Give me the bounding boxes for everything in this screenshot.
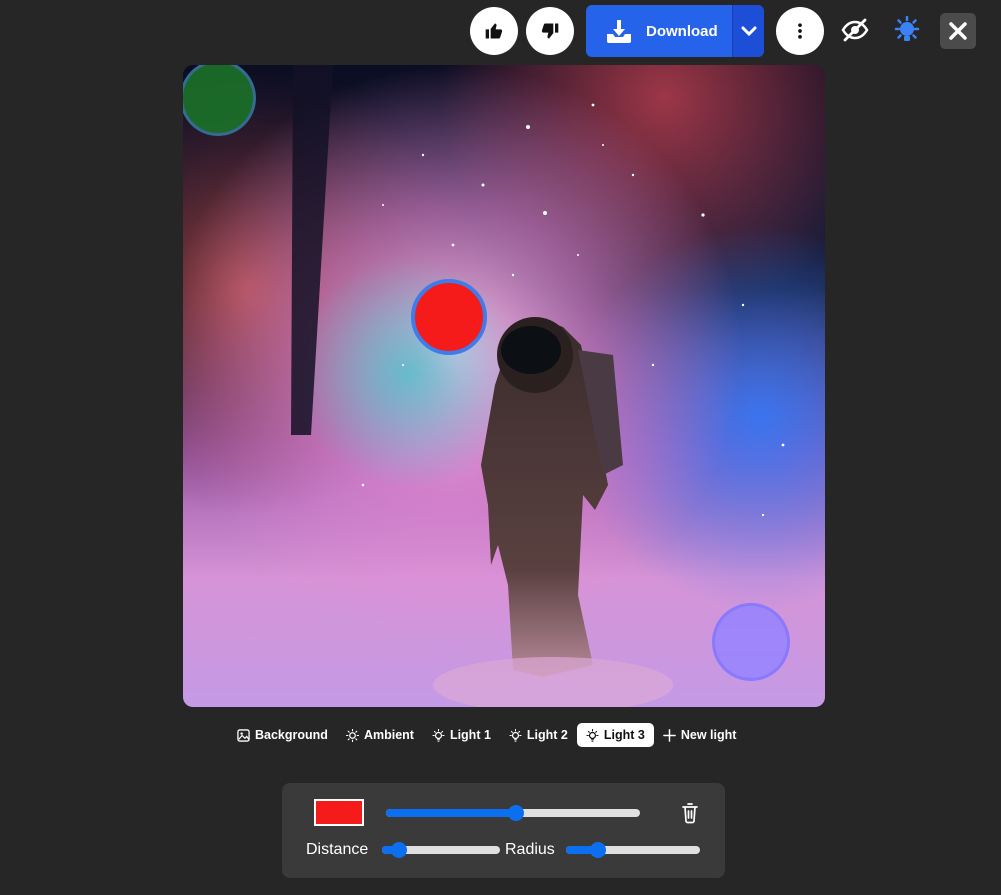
download-label: Download: [646, 22, 718, 40]
dislike-button[interactable]: [526, 7, 574, 55]
tab-label: Background: [255, 728, 328, 742]
light-2-handle[interactable]: [712, 603, 790, 681]
tab-label: Light 1: [449, 728, 491, 742]
light-3-handle[interactable]: [411, 279, 487, 355]
image-canvas[interactable]: [183, 65, 825, 707]
tab-light-2[interactable]: Light 2: [500, 723, 577, 747]
light-settings-panel: Distance Radius: [282, 783, 725, 878]
close-button[interactable]: [940, 13, 976, 49]
light-tabs: Background Ambient Light 1 Light 2 Light…: [228, 722, 745, 748]
radius-slider[interactable]: [566, 842, 700, 858]
close-icon: [949, 22, 967, 40]
thumbs-up-icon: [485, 23, 503, 39]
bulb-icon: [509, 728, 522, 742]
thumbs-down-icon: [541, 23, 559, 39]
download-button[interactable]: Download: [586, 5, 732, 57]
light-bulb-icon: [894, 16, 920, 41]
more-options-button[interactable]: [776, 7, 824, 55]
radius-label: Radius: [505, 841, 555, 858]
chevron-down-icon: [741, 26, 756, 36]
tab-light-1[interactable]: Light 1: [423, 723, 500, 747]
bulb-icon: [586, 728, 599, 742]
download-options-button[interactable]: [732, 5, 764, 57]
tab-label: Ambient: [363, 728, 414, 742]
more-vertical-icon: [798, 23, 802, 39]
image-icon: [237, 728, 250, 742]
bulb-icon: [432, 728, 445, 742]
tab-background[interactable]: Background: [228, 723, 337, 747]
plus-icon: [663, 728, 676, 742]
tab-ambient[interactable]: Ambient: [337, 723, 423, 747]
trash-icon[interactable]: [680, 802, 700, 824]
download-icon: [607, 20, 631, 43]
light-color-picker[interactable]: [314, 799, 364, 826]
hide-lights-button[interactable]: [838, 13, 872, 47]
tab-light-3[interactable]: Light 3: [576, 723, 654, 747]
tab-new-light[interactable]: New light: [654, 723, 746, 747]
distance-label: Distance: [306, 841, 369, 858]
download-button-group: Download: [586, 5, 764, 57]
intensity-slider[interactable]: [386, 805, 640, 821]
distance-slider[interactable]: [382, 842, 500, 858]
tab-label: Light 2: [526, 728, 568, 742]
relight-button[interactable]: [890, 13, 924, 47]
tab-label: New light: [680, 728, 737, 742]
like-button[interactable]: [470, 7, 518, 55]
eye-off-icon: [841, 18, 869, 42]
sun-icon: [345, 728, 359, 742]
tab-label: Light 3: [603, 728, 645, 742]
